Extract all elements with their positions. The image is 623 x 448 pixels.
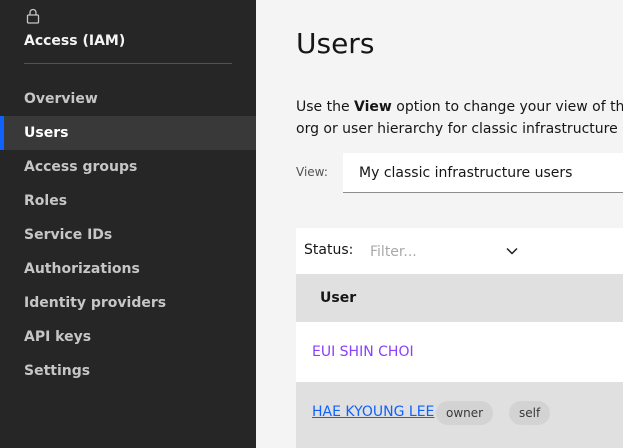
sidebar-nav: Overview Users Access groups Roles Servi… — [0, 82, 256, 388]
description-text: Use the — [296, 99, 355, 115]
description-text: option to change your view of the use — [396, 99, 623, 115]
lock-icon — [26, 8, 40, 24]
page-title: Users — [296, 27, 375, 60]
table-row: EUI SHIN CHOI — [296, 322, 623, 382]
table-header: User — [296, 274, 623, 322]
sidebar-item-authorizations[interactable]: Authorizations — [0, 252, 256, 286]
sidebar-title: Access (IAM) — [24, 33, 126, 49]
description-bold: View — [354, 99, 392, 115]
sidebar-item-identity-providers[interactable]: Identity providers — [0, 286, 256, 320]
user-link[interactable]: HAE KYOUNG LEE — [312, 404, 434, 420]
sidebar-item-access-groups[interactable]: Access groups — [0, 150, 256, 184]
owner-tag: owner — [436, 401, 494, 425]
user-link[interactable]: EUI SHIN CHOI — [312, 344, 414, 360]
page-description: Use the View option to change your view … — [296, 96, 623, 140]
sidebar-item-roles[interactable]: Roles — [0, 184, 256, 218]
view-label: View: — [296, 165, 328, 179]
sidebar: Access (IAM) Overview Users Access group… — [0, 0, 256, 448]
view-select[interactable]: My classic infrastructure users — [343, 153, 623, 193]
status-label: Status: — [304, 242, 354, 258]
sidebar-item-service-ids[interactable]: Service IDs — [0, 218, 256, 252]
chevron-down-icon — [506, 248, 518, 255]
sidebar-item-overview[interactable]: Overview — [0, 82, 256, 116]
sidebar-item-settings[interactable]: Settings — [0, 354, 256, 388]
column-header-user[interactable]: User — [320, 290, 356, 306]
self-tag: self — [509, 401, 551, 425]
status-filter-dropdown[interactable]: Filter... — [362, 234, 522, 268]
table-toolbar: Status: Filter... — [296, 228, 623, 274]
main-content: Users Use the View option to change your… — [256, 0, 623, 448]
filter-placeholder: Filter... — [370, 244, 417, 260]
sidebar-item-users[interactable]: Users — [0, 116, 256, 150]
sidebar-divider — [24, 63, 232, 64]
description-text: org or user hierarchy for classic infras… — [296, 121, 623, 137]
table-row: HAE KYOUNG LEE owner self — [296, 382, 623, 448]
sidebar-item-api-keys[interactable]: API keys — [0, 320, 256, 354]
